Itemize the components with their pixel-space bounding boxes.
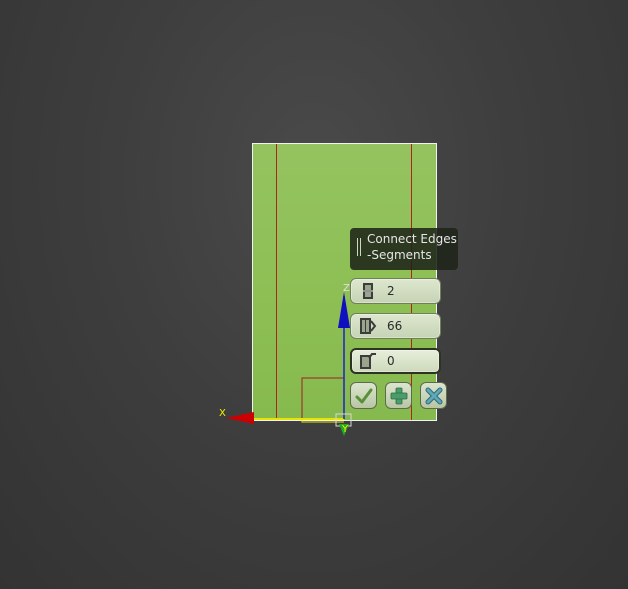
x-axis-label: X [219, 408, 226, 419]
caddy-title-line2: -Segments [367, 248, 432, 262]
ok-button[interactable] [350, 382, 377, 409]
x-icon [425, 387, 443, 405]
drag-grip-icon[interactable] [357, 238, 361, 256]
viewport[interactable]: X Z Y Connect Edges -Segments 2 66 0 [0, 0, 628, 589]
cancel-button[interactable] [420, 382, 447, 409]
check-icon [355, 388, 373, 404]
segments-value[interactable]: 2 [387, 284, 395, 298]
caddy-title-line1: Connect Edges [367, 232, 457, 246]
gizmo-x-arrow [226, 412, 254, 424]
pinch-icon [360, 318, 377, 334]
slide-icon [360, 353, 376, 369]
apply-button[interactable] [385, 382, 412, 409]
y-axis-label: Y [342, 424, 349, 435]
edge-line-left[interactable] [276, 144, 277, 420]
plus-icon [390, 387, 408, 405]
slide-value[interactable]: 0 [387, 354, 395, 368]
pinch-spinner[interactable]: 66 [350, 313, 441, 339]
slide-spinner[interactable]: 0 [350, 348, 441, 374]
pinch-value[interactable]: 66 [387, 319, 402, 333]
caddy-title[interactable]: Connect Edges -Segments [350, 228, 458, 270]
segments-icon [363, 283, 373, 299]
segments-spinner[interactable]: 2 [350, 278, 441, 304]
z-axis-label: Z [343, 283, 350, 294]
